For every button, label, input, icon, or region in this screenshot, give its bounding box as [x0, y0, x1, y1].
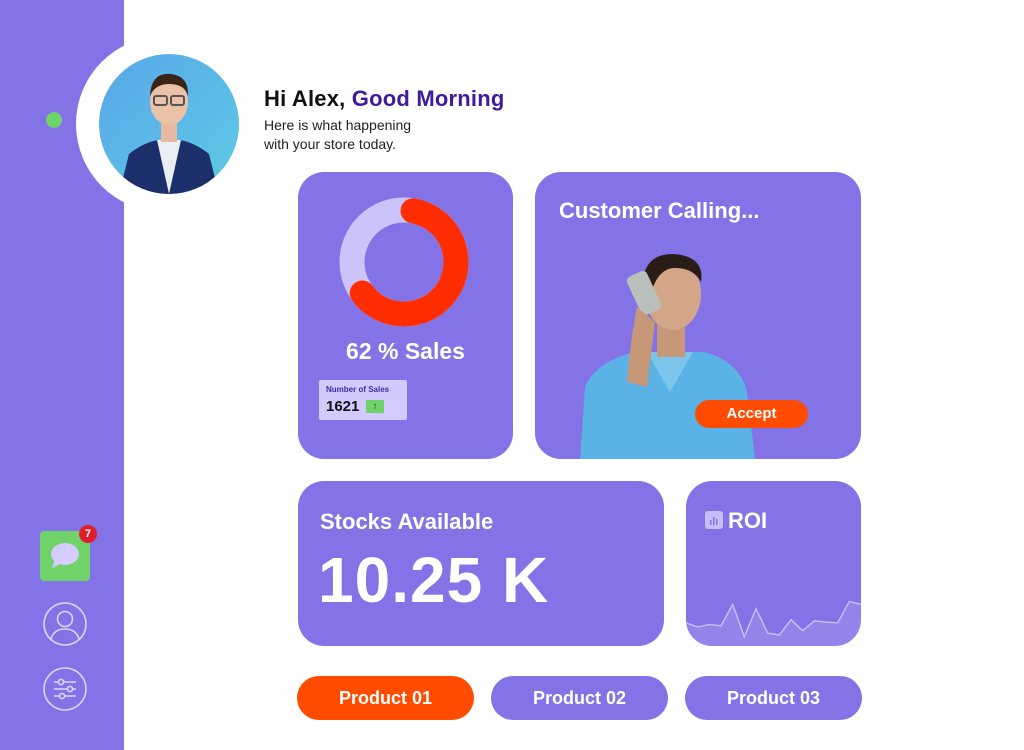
product-03-button[interactable]: Product 03 — [685, 676, 862, 720]
sales-percent-label: 62 % Sales — [346, 338, 465, 364]
profile-button[interactable] — [40, 599, 90, 649]
stocks-title: Stocks Available — [320, 509, 494, 534]
product-01-button[interactable]: Product 01 — [297, 676, 474, 720]
arrow-up-icon: ↑ — [366, 400, 384, 413]
greeting-time: Good Morning — [351, 86, 505, 111]
subtitle-line-1: Here is what happening — [264, 117, 412, 133]
roi-card: ROI — [686, 481, 861, 646]
number-of-sales-value: 1621 — [326, 398, 360, 415]
sales-card: 62 % Sales Number of Sales 1621 ↑ — [298, 172, 513, 459]
roi-sparkline — [686, 600, 861, 646]
online-status-dot — [46, 112, 62, 128]
greeting-heading: Hi Alex, Good Morning — [264, 86, 505, 112]
sales-donut-chart — [339, 197, 469, 327]
person-avatar-icon — [119, 73, 219, 194]
accept-call-button[interactable]: Accept — [695, 400, 808, 428]
greeting-subtitle: Here is what happening with your store t… — [264, 116, 505, 154]
roi-title: ROI — [728, 508, 768, 533]
number-of-sales-box: Number of Sales 1621 ↑ — [319, 380, 407, 420]
greeting: Hi Alex, Good Morning Here is what happe… — [264, 86, 505, 154]
settings-button[interactable] — [40, 664, 90, 714]
settings-sliders-icon — [43, 667, 87, 711]
user-profile-icon — [43, 602, 87, 646]
user-avatar[interactable] — [99, 54, 239, 194]
subtitle-line-2: with your store today. — [264, 136, 397, 152]
number-of-sales-title: Number of Sales — [326, 385, 390, 394]
roi-sparkline-area — [686, 601, 861, 646]
greeting-name: Hi Alex, — [264, 86, 346, 111]
customer-calling-card: Customer Calling... Accept — [535, 172, 861, 459]
message-count-badge: 7 — [79, 525, 97, 543]
bar-chart-icon — [705, 511, 723, 529]
product-02-button[interactable]: Product 02 — [491, 676, 668, 720]
stocks-card: Stocks Available 10.25 K — [298, 481, 664, 646]
stocks-value: 10.25 K — [318, 544, 550, 616]
